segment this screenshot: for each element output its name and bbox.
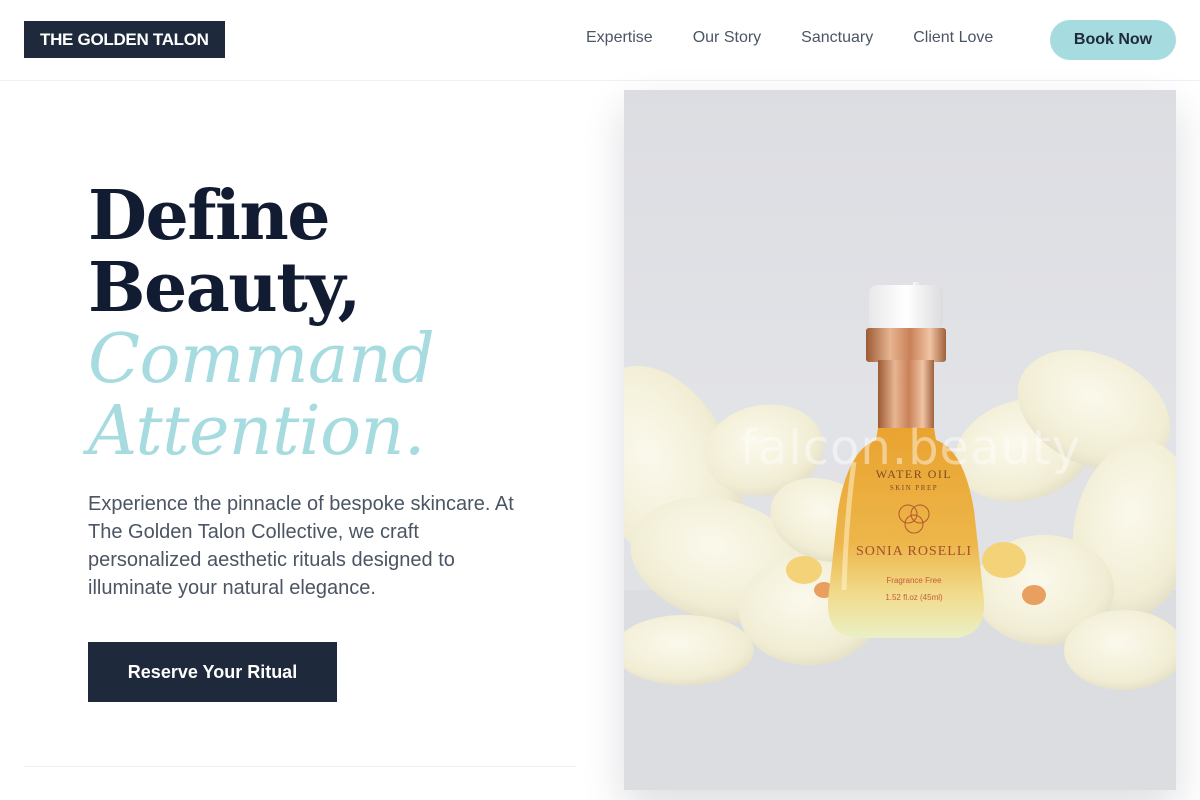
label-fragrance-free: Fragrance Free: [886, 576, 942, 585]
label-volume: 1.52 fl.oz (45ml): [885, 593, 943, 602]
image-watermark: falcon.beauty: [740, 420, 1082, 476]
label-brand: SONIA ROSELLI: [856, 544, 972, 559]
book-now-button[interactable]: Book Now: [1050, 20, 1176, 60]
hero-title-line-2: Beauty,: [88, 248, 361, 328]
nav-link-expertise[interactable]: Expertise: [586, 28, 653, 48]
brand-logo[interactable]: THE GOLDEN TALON: [24, 21, 225, 58]
hero-title: Define Beauty, Command Attention.: [88, 176, 435, 471]
product-photo: WATER OIL SKIN PREP SONIA ROSELLI Fragra…: [624, 90, 1176, 790]
hero-description: Experience the pinnacle of bespoke skinc…: [88, 493, 514, 599]
nav-link-sanctuary[interactable]: Sanctuary: [801, 28, 873, 48]
hero-title-accent-2: Attention.: [88, 392, 426, 471]
site-header: THE GOLDEN TALON Expertise Our Story San…: [0, 0, 1200, 81]
hero-title-accent-1: Command: [88, 320, 435, 399]
reserve-ritual-button[interactable]: Reserve Your Ritual: [88, 642, 337, 702]
nav-link-our-story[interactable]: Our Story: [693, 28, 761, 48]
label-skin-prep: SKIN PREP: [890, 484, 938, 492]
hero-title-line-1: Define: [88, 176, 331, 256]
nav-link-client-love[interactable]: Client Love: [913, 28, 993, 48]
section-divider: [24, 766, 576, 767]
main-nav: Expertise Our Story Sanctuary Client Lov…: [586, 28, 993, 48]
